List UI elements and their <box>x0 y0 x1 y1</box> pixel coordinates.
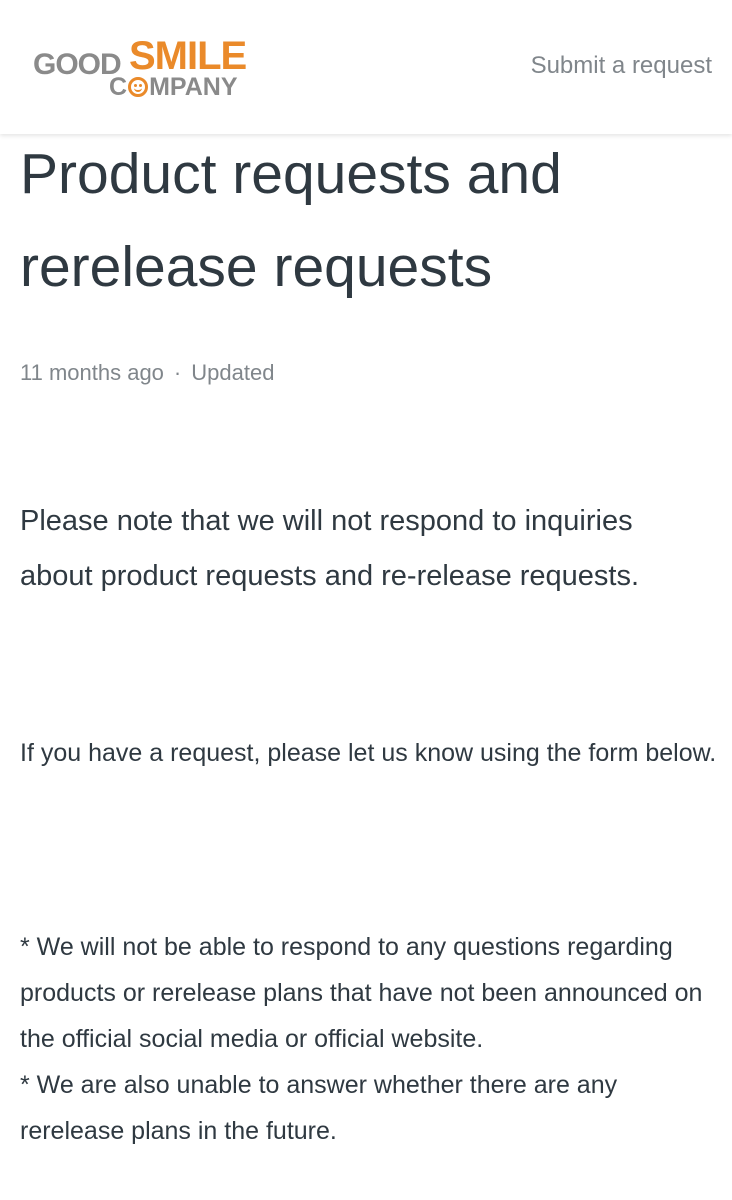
logo-company-c: C <box>109 73 128 101</box>
article-updated-label: Updated <box>191 360 275 385</box>
article-age: 11 months ago <box>20 360 164 385</box>
note-future-rerelease: * We are also unable to answer whether t… <box>20 1071 618 1145</box>
good-smile-company-logo[interactable]: GOOD SMILE C MPANY <box>33 34 253 102</box>
logo-company-text: C MPANY <box>109 73 238 102</box>
note-unannounced: * We will not be able to respond to any … <box>20 933 703 1053</box>
submit-request-link[interactable]: Submit a request <box>531 52 712 80</box>
article-title: Product requests and rerelease requests <box>20 142 562 299</box>
lead-paragraph: Please note that we will not respond to … <box>20 505 640 592</box>
article: Product requests and rerelease requests … <box>20 134 720 1145</box>
notes-block: * We will not be able to respond to any … <box>20 924 720 1154</box>
logo-company-rest: MPANY <box>149 73 238 101</box>
form-paragraph: If you have a request, please let us kno… <box>20 739 717 767</box>
logo-good-text: GOOD <box>33 48 122 81</box>
meta-separator: · <box>173 360 182 385</box>
article-meta: 11 months ago · Updated <box>20 360 274 386</box>
site-header: GOOD SMILE C MPANY Submit a request <box>0 0 732 134</box>
smiley-icon <box>128 77 149 97</box>
